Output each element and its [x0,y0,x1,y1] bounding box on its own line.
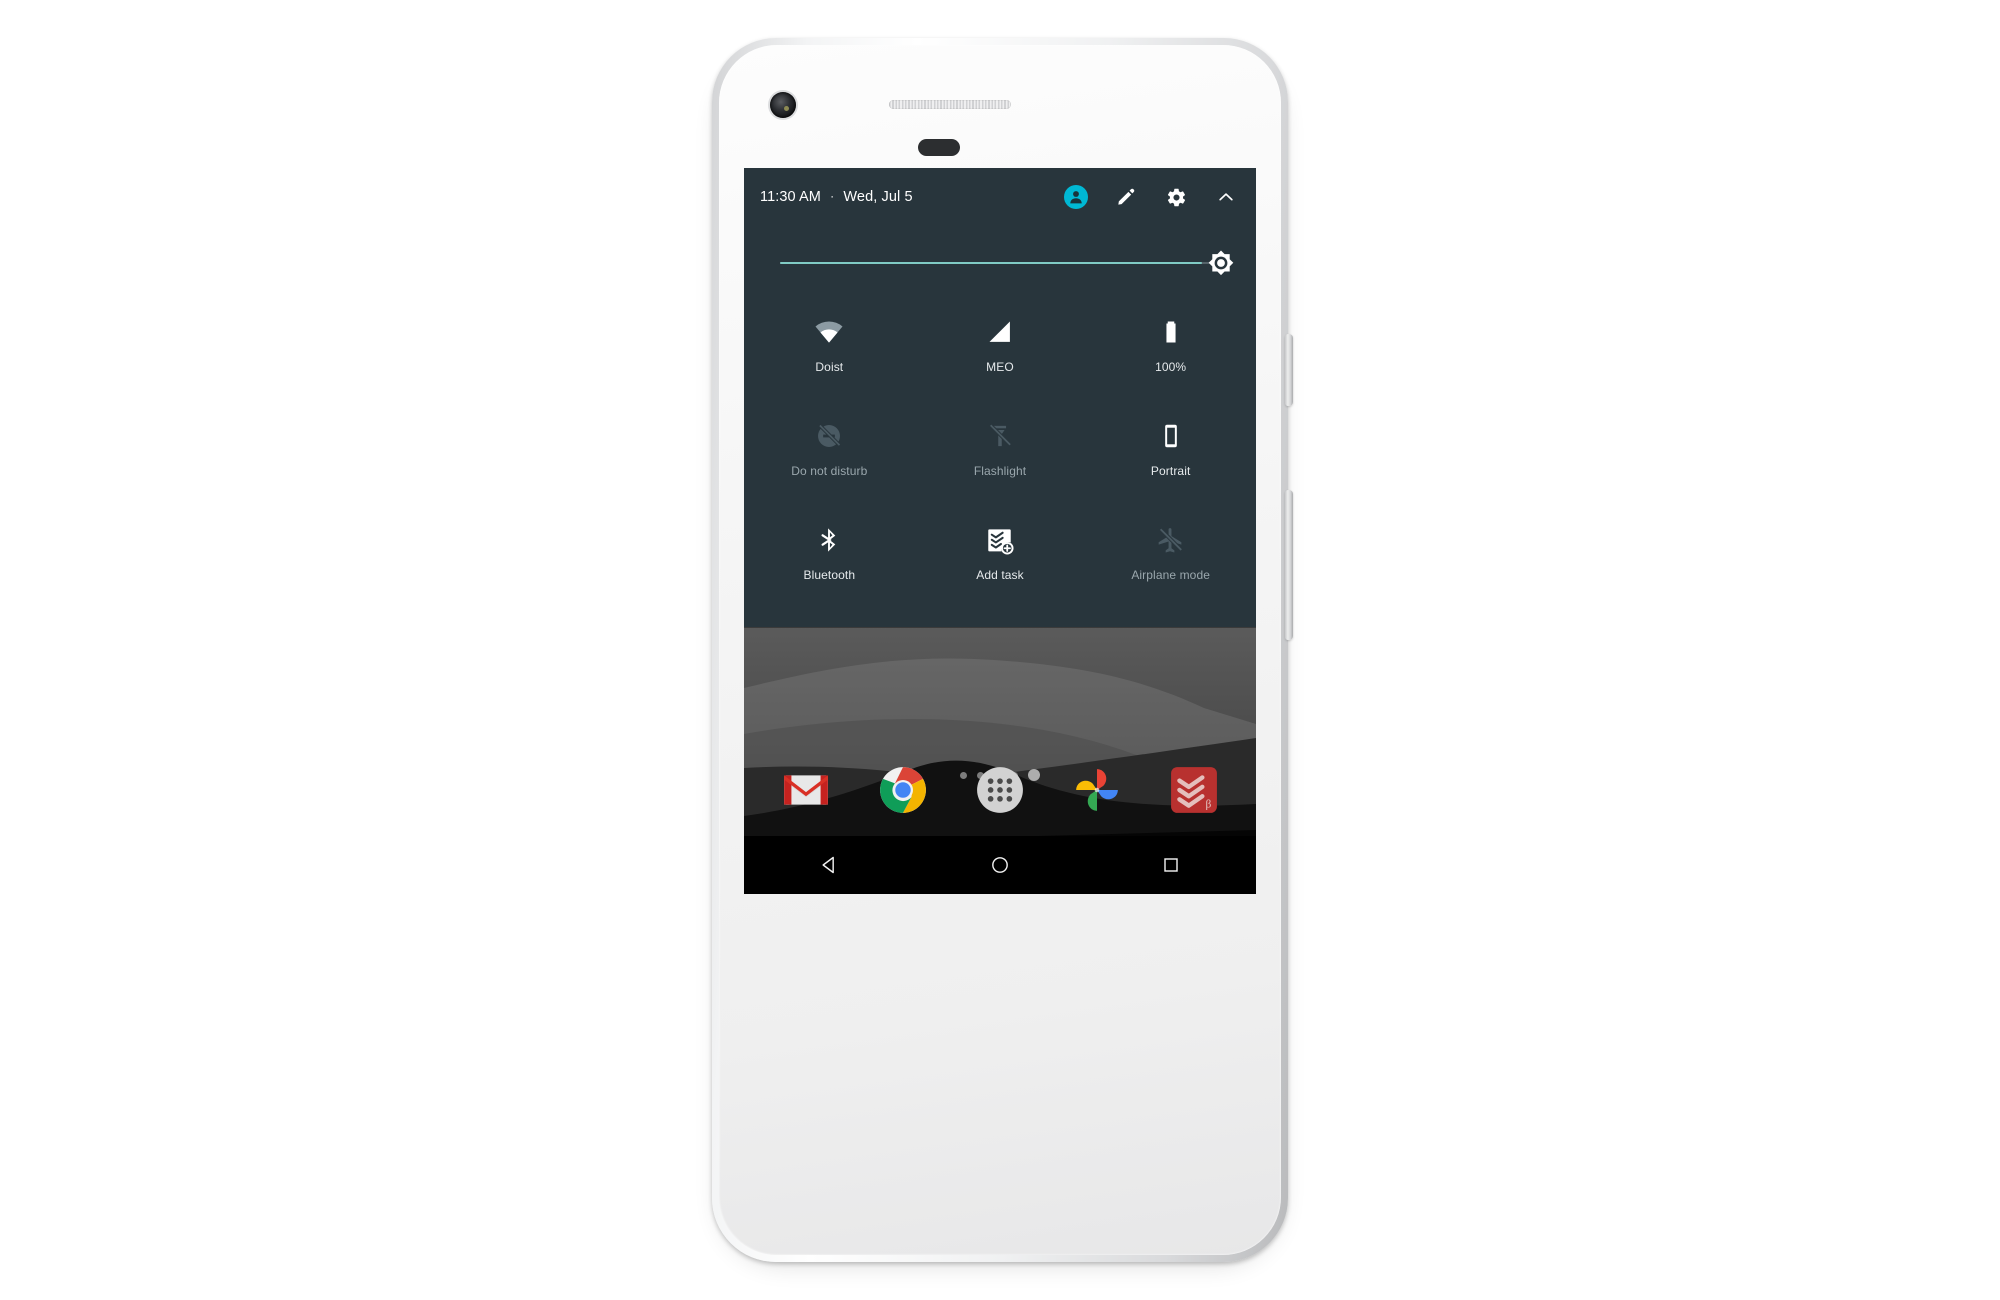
gmail-icon [784,775,829,805]
proximity-sensor-icon [918,139,960,156]
quick-settings-panel: 11:30 AM · Wed, Jul 5 Doist MEO 100% Do … [744,168,1256,627]
rotation-icon [1164,424,1177,448]
tile-icon-wrap [1157,312,1185,352]
edit-button[interactable] [1114,185,1138,209]
tile-add-task[interactable]: Add task [915,508,1086,612]
tile-label: Portrait [1150,464,1191,478]
tile-icon-wrap [815,416,843,456]
pencil-icon [1118,188,1135,205]
tile-signal[interactable]: MEO [915,300,1086,404]
back-triangle-icon [822,856,835,874]
quick-settings-actions [1064,185,1242,209]
chrome-icon [880,767,927,813]
tile-icon-wrap [1157,416,1185,456]
settings-button[interactable] [1164,185,1188,209]
status-separator: · [830,189,835,203]
navigation-bar [744,836,1256,894]
tile-bluetooth[interactable]: Bluetooth [744,508,915,612]
tile-icon-wrap [985,520,1015,560]
status-datetime: 11:30 AM · Wed, Jul 5 [760,189,913,205]
brightness-slider[interactable] [744,226,1256,300]
todoist-icon: β [1170,767,1217,813]
earpiece-speaker-icon [889,100,1011,109]
brightness-track[interactable] [780,262,1220,264]
tile-icon-wrap [986,312,1014,352]
signal-icon [989,321,1010,342]
tile-portrait[interactable]: Portrait [1085,404,1256,508]
tile-label: Flashlight [973,464,1027,478]
bluetooth-icon [821,528,836,552]
quick-settings-header: 11:30 AM · Wed, Jul 5 [744,168,1256,226]
tile-flashlight[interactable]: Flashlight [915,404,1086,508]
dock-item-app-drawer[interactable] [975,765,1025,815]
brightness-fill [780,262,1203,264]
recents-square-icon [1163,858,1178,872]
dock-item-gmail[interactable] [781,765,831,815]
tile-icon-wrap [1156,520,1185,560]
gear-icon [1167,188,1185,206]
tile-label: Do not disturb [791,464,868,478]
battery-icon [1166,321,1176,343]
user-avatar[interactable] [1064,185,1088,209]
phone-screen: β 11:30 AM · Wed, Jul 5 Doist MEO 100% D… [744,168,1256,894]
brightness-sun-icon [1208,250,1234,276]
tile-icon-wrap [814,312,844,352]
front-camera-icon [770,92,796,118]
todoist-add-task-icon [988,528,1015,555]
tile-label: Airplane mode [1131,568,1210,582]
nav-recents-button[interactable] [1148,842,1194,888]
tile-battery[interactable]: 100% [1085,300,1256,404]
tile-icon-wrap [986,416,1014,456]
tile-label: Add task [976,568,1024,582]
app-drawer-icon [977,767,1023,813]
power-button[interactable] [1285,334,1293,406]
flashlight-icon [988,423,1013,447]
tile-wifi[interactable]: Doist [744,300,915,404]
tile-do-not-disturb[interactable]: Do not disturb [744,404,915,508]
do-not-disturb-icon [818,423,842,448]
tile-label: 100% [1155,360,1187,374]
status-time: 11:30 AM [760,189,821,205]
airplane-off-icon [1158,526,1184,552]
wifi-icon [815,321,843,343]
collapse-button[interactable] [1214,185,1238,209]
dock-item-todoist[interactable]: β [1169,765,1219,815]
tile-airplane-mode[interactable]: Airplane mode [1085,508,1256,612]
brightness-thumb[interactable] [1200,242,1242,284]
dock-item-photos[interactable] [1072,765,1122,815]
nav-home-button[interactable] [977,842,1023,888]
todoist-beta-badge: β [1205,799,1211,811]
phone-device: β 11:30 AM · Wed, Jul 5 Doist MEO 100% D… [712,38,1293,1262]
status-date: Wed, Jul 5 [843,189,913,205]
home-circle-icon [992,857,1008,873]
tile-label: MEO [986,360,1014,374]
person-icon [1070,191,1082,204]
tile-label: Bluetooth [803,568,856,582]
chevron-up-icon [1219,193,1233,201]
quick-settings-tiles: Doist MEO 100% Do not disturb Flashlight… [744,300,1256,612]
google-photos-icon [1075,769,1118,811]
tile-icon-wrap [815,520,843,560]
tile-label: Doist [815,360,844,374]
nav-back-button[interactable] [806,842,852,888]
dock-item-chrome[interactable] [878,765,928,815]
volume-rocker-button[interactable] [1285,490,1293,640]
app-dock: β [744,744,1256,836]
